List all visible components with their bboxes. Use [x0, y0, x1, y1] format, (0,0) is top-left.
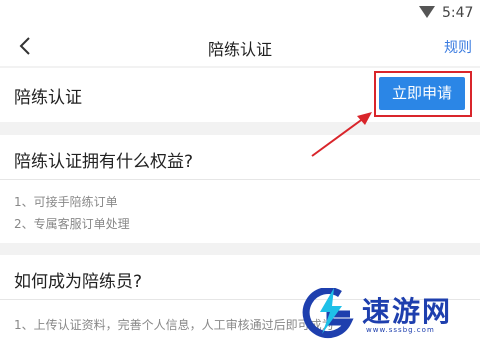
- watermark: 速游网 www.sssbg.com: [300, 284, 480, 344]
- watermark-url: www.sssbg.com: [366, 326, 435, 334]
- watermark-name: 速游网: [362, 295, 453, 328]
- lightning-g-logo-icon: [302, 288, 354, 338]
